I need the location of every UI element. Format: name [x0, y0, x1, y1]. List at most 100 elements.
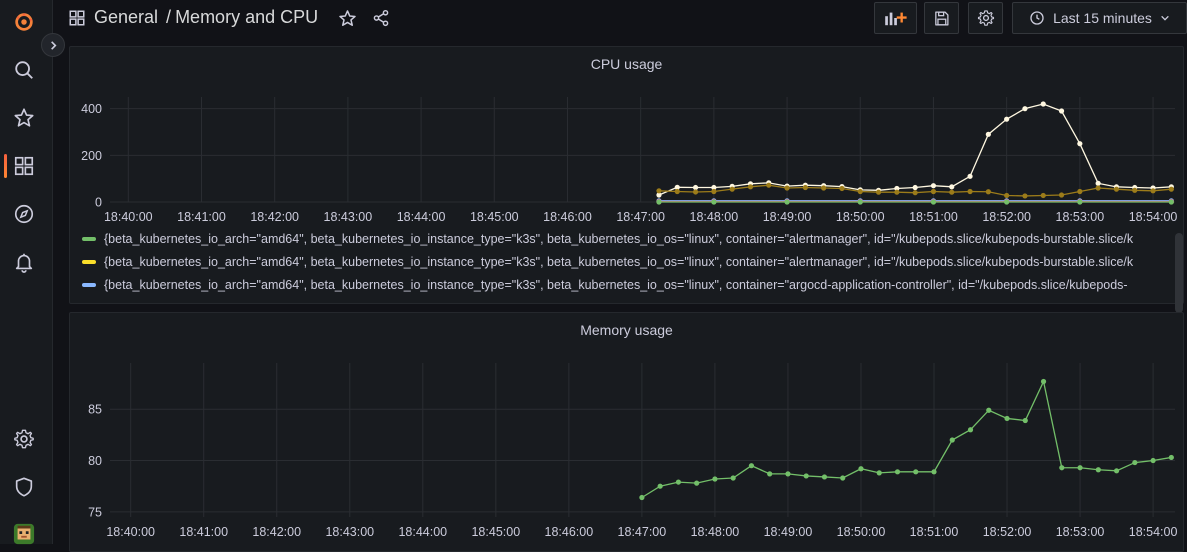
- data-point[interactable]: [840, 475, 846, 481]
- data-point[interactable]: [1077, 188, 1083, 195]
- data-point[interactable]: [985, 189, 991, 195]
- data-point[interactable]: [949, 189, 955, 195]
- data-point[interactable]: [1077, 465, 1083, 471]
- data-point[interactable]: [766, 182, 772, 188]
- data-point[interactable]: [875, 189, 882, 195]
- data-point[interactable]: [949, 437, 955, 443]
- data-point[interactable]: [1095, 467, 1101, 473]
- data-point[interactable]: [657, 483, 663, 489]
- data-point[interactable]: [1040, 192, 1046, 199]
- data-point[interactable]: [967, 173, 973, 179]
- data-point[interactable]: [675, 479, 682, 485]
- data-point[interactable]: [967, 427, 974, 433]
- data-point[interactable]: [1004, 192, 1010, 199]
- data-point[interactable]: [1022, 193, 1028, 199]
- data-point[interactable]: [894, 469, 901, 475]
- compass-icon[interactable]: [11, 201, 37, 227]
- save-dashboard-button[interactable]: [924, 2, 959, 34]
- data-point[interactable]: [1150, 457, 1156, 464]
- data-point[interactable]: [711, 188, 717, 195]
- data-point[interactable]: [692, 184, 699, 191]
- data-point[interactable]: [656, 199, 662, 205]
- data-point[interactable]: [986, 407, 992, 413]
- data-point[interactable]: [857, 188, 863, 195]
- data-point[interactable]: [821, 185, 827, 191]
- data-point[interactable]: [784, 185, 790, 191]
- data-point[interactable]: [1022, 106, 1028, 112]
- dashboards-icon[interactable]: [11, 153, 37, 179]
- data-point[interactable]: [1168, 186, 1174, 192]
- data-point[interactable]: [1040, 101, 1046, 107]
- data-point[interactable]: [1150, 188, 1156, 194]
- bell-icon[interactable]: [11, 249, 37, 275]
- add-panel-button[interactable]: [874, 2, 917, 34]
- data-point[interactable]: [949, 184, 955, 190]
- data-point[interactable]: [1022, 417, 1028, 424]
- data-point[interactable]: [639, 494, 645, 501]
- data-point[interactable]: [1095, 180, 1101, 186]
- star-icon[interactable]: [11, 105, 37, 131]
- data-point[interactable]: [1058, 192, 1065, 198]
- data-point[interactable]: [1004, 415, 1010, 422]
- data-point[interactable]: [912, 190, 918, 196]
- data-point[interactable]: [656, 188, 662, 194]
- memory-usage-chart[interactable]: 18:40:00 18:41:00 18:42:00 18:43:00 18:44:00…: [70, 313, 1183, 545]
- data-point[interactable]: [930, 183, 937, 189]
- data-point[interactable]: [930, 188, 937, 195]
- data-point[interactable]: [930, 199, 937, 205]
- share-icon[interactable]: [369, 6, 393, 30]
- data-point[interactable]: [967, 188, 973, 195]
- data-point[interactable]: [729, 186, 735, 192]
- expand-sidebar-button[interactable]: [41, 33, 65, 57]
- legend-scrollbar[interactable]: [1175, 233, 1183, 313]
- data-point[interactable]: [712, 476, 718, 482]
- data-point[interactable]: [692, 189, 699, 195]
- data-point[interactable]: [876, 470, 882, 476]
- star-icon[interactable]: [335, 6, 359, 30]
- data-point[interactable]: [931, 469, 937, 475]
- data-point[interactable]: [694, 480, 700, 486]
- data-point[interactable]: [839, 185, 845, 192]
- data-point[interactable]: [858, 466, 864, 472]
- data-point[interactable]: [1058, 108, 1065, 114]
- cpu-usage-panel[interactable]: CPU usage 18:40:00 18:41:00 18:42:00 18:43:…: [69, 46, 1184, 313]
- data-point[interactable]: [1004, 199, 1010, 205]
- data-point[interactable]: [1059, 465, 1065, 471]
- data-point[interactable]: [730, 475, 736, 481]
- legend-item[interactable]: {beta_kubernetes_io_arch="amd64", beta_k…: [82, 273, 1183, 296]
- data-point[interactable]: [985, 131, 991, 137]
- cpu-usage-chart[interactable]: 18:40:00 18:41:00 18:42:00 18:43:00 18:44:00…: [70, 47, 1183, 227]
- data-point[interactable]: [821, 474, 828, 480]
- data-point[interactable]: [674, 188, 680, 195]
- data-point[interactable]: [1132, 187, 1138, 193]
- gear-icon[interactable]: [11, 426, 37, 452]
- data-point[interactable]: [803, 473, 809, 479]
- data-point[interactable]: [784, 199, 790, 205]
- legend-item[interactable]: {beta_kubernetes_io_arch="amd64", beta_k…: [82, 250, 1183, 273]
- data-point[interactable]: [1004, 116, 1010, 122]
- data-point[interactable]: [1168, 454, 1174, 461]
- data-point[interactable]: [894, 189, 900, 195]
- data-point[interactable]: [767, 471, 773, 477]
- legend-item[interactable]: {beta_kubernetes_io_arch="amd64", beta_k…: [82, 227, 1183, 250]
- memory-usage-panel[interactable]: Memory usage 18:40:00 18:41:00 18:42:00 18:…: [69, 312, 1184, 552]
- data-point[interactable]: [1040, 378, 1047, 385]
- grafana-logo[interactable]: [11, 9, 37, 35]
- data-point[interactable]: [1168, 199, 1174, 205]
- data-point[interactable]: [1132, 459, 1138, 466]
- shield-icon[interactable]: [11, 474, 37, 500]
- data-point[interactable]: [747, 184, 754, 190]
- data-point[interactable]: [1077, 141, 1083, 147]
- time-range-picker[interactable]: Last 15 minutes: [1012, 2, 1187, 34]
- data-point[interactable]: [1113, 468, 1120, 474]
- data-point[interactable]: [857, 199, 863, 205]
- dashboard-title[interactable]: Memory and CPU: [175, 7, 318, 28]
- data-point[interactable]: [1077, 199, 1083, 205]
- data-point[interactable]: [711, 199, 717, 205]
- data-point[interactable]: [912, 184, 918, 191]
- data-point[interactable]: [1095, 185, 1101, 191]
- breadcrumb-folder[interactable]: General: [94, 7, 158, 28]
- dashboard-settings-button[interactable]: [968, 2, 1003, 34]
- data-point[interactable]: [748, 463, 755, 469]
- data-point[interactable]: [785, 471, 791, 477]
